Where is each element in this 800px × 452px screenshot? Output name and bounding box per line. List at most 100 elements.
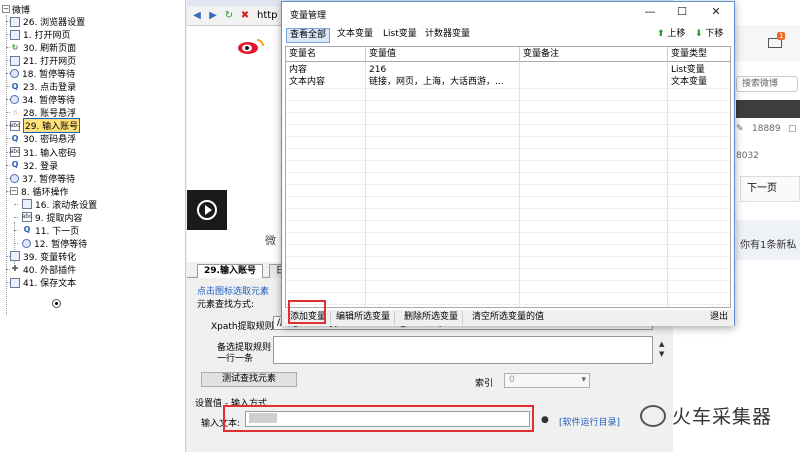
next-page-button[interactable]: 下一页 — [740, 176, 800, 202]
tree-item[interactable]: 39. 变量转化 — [10, 250, 76, 263]
tree-item[interactable]: 26. 浏览器设置 — [10, 15, 85, 28]
tree-item[interactable]: 18. 暂停等待 — [10, 67, 75, 80]
url-text[interactable]: http — [257, 10, 278, 21]
tree-item-label: 21. 打开网页 — [23, 57, 77, 68]
tree-item-label: 23. 点击登录 — [23, 83, 77, 94]
alt-rule-input[interactable] — [273, 336, 653, 364]
col-note[interactable]: 变量备注 — [520, 47, 668, 62]
tree-connector — [6, 34, 10, 36]
back-arrow-icon[interactable]: ◀ — [191, 10, 203, 22]
variable-table[interactable]: 变量名 变量值 变量备注 变量类型 内容 216 List变量 文本内容 链接，网页，上… — [285, 46, 731, 308]
tree-item[interactable]: Q 23. 点击登录 — [10, 80, 77, 94]
tree-connector — [6, 255, 10, 257]
scroll-up-icon[interactable]: ▲ — [659, 340, 664, 348]
chevron-down-icon: ▾ — [581, 375, 586, 385]
counter-var-button[interactable]: 计数器变量 — [422, 28, 473, 43]
col-name[interactable]: 变量名 — [286, 47, 366, 62]
tree-item[interactable]: Q 11. 下一页 — [22, 224, 80, 237]
view-all-button[interactable]: 查看全部 — [286, 28, 331, 43]
cell-name: 内容 — [289, 65, 308, 75]
site-search-input[interactable]: 搜索微博 — [736, 76, 798, 92]
delete-variable-button[interactable]: 删除所选变量 — [400, 311, 464, 325]
tree-item-label: 41. 保存文本 — [23, 279, 77, 289]
collapse-icon[interactable]: − — [2, 5, 10, 13]
tree-item[interactable]: 12. 暂停等待 — [22, 237, 87, 250]
grid-line — [286, 88, 730, 89]
add-variable-button[interactable]: 添加变量 — [286, 311, 332, 325]
video-thumbnail[interactable] — [187, 190, 227, 230]
move-down-label: 下移 — [705, 29, 724, 39]
tree-item[interactable]: Q 30. 密码悬浮 — [10, 132, 77, 145]
table-row[interactable]: 文本内容 链接，网页，上海，大话西游，... 文本变量 — [286, 76, 730, 88]
tree-connector — [6, 190, 10, 192]
tree-item[interactable]: 34. 暂停等待 — [10, 93, 75, 106]
grid-line — [286, 208, 730, 209]
edit-variable-button[interactable]: 编辑所选变量 — [332, 311, 396, 325]
new-message-notice[interactable]: 你有1条新私 — [736, 220, 800, 260]
scroll-down-icon[interactable]: ▼ — [659, 350, 664, 358]
tree-item-label: 26. 浏览器设置 — [23, 18, 86, 28]
cell-name: 文本内容 — [289, 77, 326, 87]
tree-item[interactable]: 21. 打开网页 — [10, 54, 76, 67]
edit-icon[interactable]: ✎ — [736, 124, 744, 134]
tree-item[interactable]: abc 9. 提取内容 — [22, 211, 82, 224]
pin-icon[interactable]: ● — [541, 415, 549, 425]
tree-root[interactable]: − 微博 — [2, 2, 30, 16]
maximize-icon[interactable]: ☐ — [674, 5, 690, 19]
test-find-element-button[interactable]: 测试查找元素 — [201, 372, 297, 387]
set-value-label: 设置值 - 输入方式 — [195, 399, 267, 409]
input-text-field[interactable] — [245, 411, 530, 427]
move-up-button[interactable]: ⬆ 上移 — [654, 28, 688, 43]
play-icon[interactable] — [197, 200, 217, 220]
count-text: 18889 — [752, 124, 781, 134]
tree-item[interactable]: ↻ 30. 刷新页面 — [10, 41, 77, 54]
xpath-radio[interactable] — [52, 299, 61, 308]
col-value[interactable]: 变量值 — [366, 47, 520, 62]
tree-item[interactable]: 37. 暂停等待 — [10, 172, 75, 185]
list-var-button[interactable]: List变量 — [380, 28, 420, 43]
software-dir-link[interactable]: [软件运行目录] — [559, 415, 620, 428]
col-type[interactable]: 变量类型 — [668, 47, 730, 62]
tab-input-account[interactable]: 29.输入账号 — [197, 264, 263, 278]
tree-item-label: 18. 暂停等待 — [22, 70, 76, 81]
tree-item[interactable]: 41. 保存文本 — [10, 276, 76, 289]
dialog-titlebar: 变量管理 — ☐ ✕ — [282, 2, 734, 24]
text-var-button[interactable]: 文本变量 — [334, 28, 376, 43]
text-icon: abc — [9, 147, 21, 157]
forward-arrow-icon[interactable]: ▶ — [207, 10, 219, 22]
tree-item-label: 16. 滚动条设置 — [35, 200, 98, 211]
pick-element-link[interactable]: 点击图标选取元素 — [197, 284, 269, 297]
refresh-icon[interactable]: ↻ — [223, 10, 235, 22]
browser-text: 微 — [265, 234, 276, 247]
tree-connector — [14, 242, 18, 244]
grid-line — [286, 148, 730, 149]
table-row[interactable]: 内容 216 List变量 — [286, 64, 730, 76]
tree-item[interactable]: 1. 打开网页 — [10, 28, 70, 41]
stop-icon[interactable]: ✖ — [239, 10, 251, 22]
tree-item[interactable]: ✚ 40. 外部插件 — [10, 263, 77, 276]
tree-item[interactable]: abc 29. 输入账号 — [10, 118, 81, 134]
tree-connector — [6, 138, 10, 140]
tree-item[interactable]: ☝ 28. 账号悬浮 — [10, 106, 77, 119]
cell-value: 216 — [369, 65, 387, 75]
move-up-label: 上移 — [667, 29, 686, 39]
clear-variable-button[interactable]: 清空所选变量的值 — [468, 311, 548, 325]
tree-item[interactable]: 16. 滚动条设置 — [22, 198, 97, 211]
tree-connector — [14, 203, 18, 205]
cell-type: List变量 — [671, 65, 705, 75]
comment-icon[interactable]: ▢ — [788, 124, 797, 134]
minimize-icon[interactable]: — — [642, 5, 658, 19]
page-icon — [10, 29, 20, 40]
close-icon[interactable]: ✕ — [708, 5, 724, 19]
tree-connector — [6, 268, 10, 270]
tree-item[interactable]: Q 32. 登录 — [10, 159, 59, 172]
cell-note — [520, 64, 668, 76]
index-select[interactable]: 0 ▾ — [504, 373, 590, 388]
exit-button[interactable]: 退出 — [706, 311, 732, 325]
tree-item[interactable]: −8. 循环操作 — [10, 185, 68, 198]
tree-item[interactable]: abc 31. 输入密码 — [10, 146, 76, 159]
move-down-button[interactable]: ⬇ 下移 — [692, 28, 726, 43]
dialog-footer: 添加变量 编辑所选变量 删除所选变量 清空所选变量的值 退出 — [282, 310, 734, 326]
dialog-toolbar: 查看全部 文本变量 List变量 计数器变量 ⬆ 上移 ⬇ 下移 — [282, 26, 734, 44]
grid-line — [286, 136, 730, 137]
